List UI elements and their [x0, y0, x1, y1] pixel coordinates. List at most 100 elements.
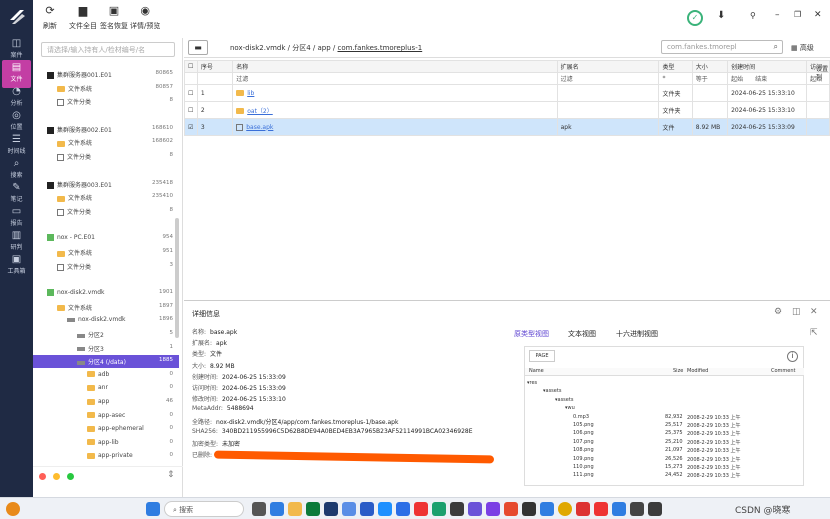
- tree-node[interactable]: 文件系统 1897: [33, 301, 179, 314]
- archive-entry[interactable]: 107.png 25,210 2008-2-29 10:33 上午: [525, 439, 804, 447]
- tree-node[interactable]: 文件系统 235410: [33, 191, 179, 204]
- tree-node[interactable]: 文件系统 951: [33, 246, 179, 259]
- grid-col-comment[interactable]: Comment: [771, 368, 796, 374]
- ctime-to-input[interactable]: 结束: [755, 76, 767, 83]
- grid-col-name[interactable]: Name: [529, 368, 544, 374]
- advanced-search-button[interactable]: ▦ 高级: [791, 43, 814, 53]
- row-checkbox[interactable]: ☑: [184, 118, 198, 136]
- type-filter-select[interactable]: *: [658, 72, 693, 85]
- column-settings-label[interactable]: 设置列: [816, 66, 828, 82]
- explorer-icon[interactable]: [288, 502, 302, 516]
- tree-node[interactable]: 集群服务器001.E01 80865: [33, 68, 179, 81]
- app-icon[interactable]: [270, 502, 284, 516]
- table-row[interactable]: ☐ 2 oat（2） 文件夹 2024-06-25 15:33:10: [184, 101, 830, 119]
- close-dot[interactable]: [39, 473, 46, 480]
- split-view-icon[interactable]: ◫: [792, 307, 801, 317]
- tab-text-view[interactable]: 文本视图: [568, 329, 596, 339]
- tree-node[interactable]: 文件系统 168602: [33, 136, 179, 149]
- open-external-icon[interactable]: ⇱: [810, 328, 818, 338]
- close-detail-icon[interactable]: ✕: [810, 307, 818, 317]
- app-icon[interactable]: [342, 502, 356, 516]
- tree-node[interactable]: 分区3 1: [33, 342, 179, 355]
- row-name-link[interactable]: base.apk: [246, 124, 273, 131]
- export-icon[interactable]: ⬇: [717, 10, 725, 21]
- tree-node[interactable]: 集群服务器003.E01 235418: [33, 178, 179, 191]
- tree-node[interactable]: app-lib 0: [33, 437, 179, 450]
- col-index[interactable]: 序号: [196, 60, 234, 73]
- breadcrumb-item[interactable]: app: [318, 44, 331, 52]
- size-filter-select[interactable]: 等于: [691, 72, 729, 85]
- pin-icon[interactable]: ⚲: [750, 11, 756, 20]
- app-icon[interactable]: [576, 502, 590, 516]
- maximize-dot[interactable]: [67, 473, 74, 480]
- settings-icon[interactable]: ⚙: [774, 307, 782, 317]
- tree-node[interactable]: app 46: [33, 396, 179, 409]
- app-icon[interactable]: [504, 502, 518, 516]
- tree-node[interactable]: 分区4 (/data) 1885: [33, 355, 179, 369]
- signature-recover-button[interactable]: ▣ 签名恢复: [100, 4, 128, 31]
- row-name-link[interactable]: lib: [247, 90, 254, 97]
- select-all-checkbox[interactable]: ☐: [184, 60, 198, 73]
- tree-node[interactable]: app-private 0: [33, 450, 179, 463]
- ext-filter-input[interactable]: 过滤: [556, 72, 660, 85]
- tree-node[interactable]: nox-disk2.vmdk 1901: [33, 287, 179, 300]
- file-search-input[interactable]: com.fankes.tmorepl ⌕: [661, 40, 783, 54]
- app-icon[interactable]: [252, 502, 266, 516]
- tree-node[interactable]: 文件分类 8: [33, 95, 179, 108]
- col-size[interactable]: 大小: [691, 60, 729, 73]
- close-icon[interactable]: ✕: [814, 10, 822, 20]
- weather-icon[interactable]: [6, 502, 20, 516]
- tree-node[interactable]: 文件分类 8: [33, 205, 179, 218]
- taskbar-search[interactable]: ⌕ 搜索: [164, 501, 244, 517]
- start-icon[interactable]: [146, 502, 160, 516]
- archive-entry[interactable]: ▾assets: [525, 397, 804, 405]
- tab-native-view[interactable]: 原类型视图: [514, 329, 549, 339]
- tree-node[interactable]: 文件分类 8: [33, 150, 179, 163]
- app-icon[interactable]: [522, 502, 536, 516]
- archive-entry[interactable]: ▾wu: [525, 405, 804, 413]
- breadcrumb-item[interactable]: nox-disk2.vmdk: [230, 44, 285, 52]
- steam-icon[interactable]: [324, 502, 338, 516]
- col-type[interactable]: 类型: [658, 60, 693, 73]
- tree-scrollbar[interactable]: [175, 218, 179, 338]
- app-icon[interactable]: [612, 502, 626, 516]
- refresh-button[interactable]: ⟳ 刷新: [43, 4, 57, 31]
- app-icon[interactable]: [414, 502, 428, 516]
- wps-icon[interactable]: [594, 502, 608, 516]
- breadcrumb-item[interactable]: com.fankes.tmoreplus-1: [338, 44, 423, 52]
- breadcrumb-item[interactable]: 分区4: [292, 44, 310, 52]
- tree-node[interactable]: adb 0: [33, 369, 179, 382]
- row-name-link[interactable]: oat（2）: [247, 108, 273, 115]
- col-name[interactable]: 名称: [232, 60, 558, 73]
- app-icon[interactable]: [306, 502, 320, 516]
- archive-entry[interactable]: 110.png 15,273 2008-2-29 10:33 上午: [525, 464, 804, 472]
- tree-node[interactable]: 文件系统 80857: [33, 82, 179, 95]
- app-icon[interactable]: [630, 502, 644, 516]
- tree-node[interactable]: anr 0: [33, 382, 179, 395]
- maximize-icon[interactable]: ❐: [794, 10, 801, 19]
- app-icon[interactable]: [540, 502, 554, 516]
- table-row[interactable]: ☑ 3 base.apk apk 文件 8.92 MB 2024-06-25 15:33:0…: [184, 118, 830, 136]
- tree-node[interactable]: nox-disk2.vmdk 1896: [33, 314, 179, 327]
- name-filter-input[interactable]: 过滤: [232, 72, 558, 85]
- archive-entry[interactable]: ▾assets: [525, 388, 804, 396]
- grid-col-modified[interactable]: Modified: [687, 368, 708, 374]
- archive-entry[interactable]: 108.png 21,097 2008-2-29 10:33 上午: [525, 447, 804, 455]
- app-icon[interactable]: [378, 502, 392, 516]
- ctime-filter[interactable]: 起始 结束: [727, 72, 808, 85]
- collapse-all-button[interactable]: ▆ 文件全目: [69, 4, 97, 31]
- col-created[interactable]: 创建时间: [727, 60, 808, 73]
- archive-entry[interactable]: 106.png 25,375 2008-2-29 10:33 上午: [525, 430, 804, 438]
- archive-entry[interactable]: 109.png 26,526 2008-2-29 10:33 上午: [525, 456, 804, 464]
- detail-preview-button[interactable]: ◉ 详情/预览: [130, 4, 160, 31]
- app-icon[interactable]: [360, 502, 374, 516]
- row-checkbox[interactable]: ☐: [184, 84, 198, 102]
- app-icon[interactable]: [450, 502, 464, 516]
- page-tab[interactable]: PAGE: [529, 350, 555, 362]
- row-checkbox[interactable]: ☐: [184, 101, 198, 119]
- col-extension[interactable]: 扩展名: [556, 60, 660, 73]
- info-icon[interactable]: i: [787, 351, 798, 362]
- tree-node[interactable]: nox - PC.E01 954: [33, 232, 179, 245]
- folder-view-icon[interactable]: ▬: [188, 40, 208, 55]
- tree-node[interactable]: 文件分类 3: [33, 260, 179, 273]
